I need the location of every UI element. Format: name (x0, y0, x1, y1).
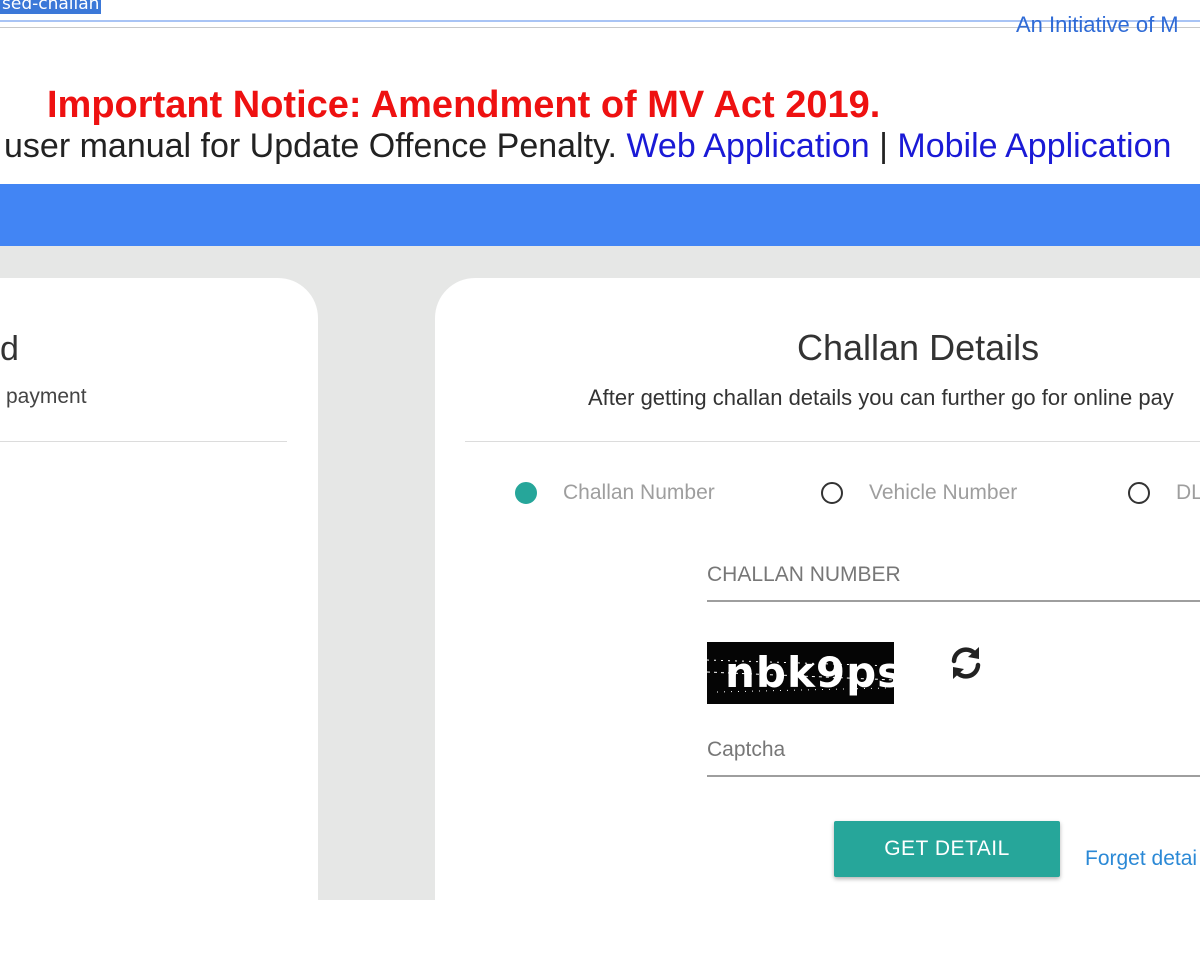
captcha-input[interactable] (707, 725, 1200, 777)
initiative-text: An Initiative of M (1016, 12, 1179, 37)
web-application-link[interactable]: Web Application (626, 127, 869, 165)
get-detail-button[interactable]: GET DETAIL (834, 821, 1060, 877)
radio-label: Challan Number (563, 481, 715, 504)
forgot-details-link[interactable]: Forget detai (1085, 847, 1197, 871)
challan-details-subtitle: After getting challan details you can fu… (588, 385, 1174, 410)
challan-details-card (435, 278, 1200, 978)
url-selected-text[interactable]: sed-challan (0, 0, 102, 14)
radio-label: DL (1176, 481, 1200, 504)
card-divider (465, 441, 1200, 442)
radio-dl-number[interactable]: DL (1128, 481, 1200, 505)
mobile-application-link[interactable]: Mobile Application (897, 127, 1171, 165)
refresh-captcha-icon[interactable] (946, 643, 986, 683)
radio-label: Vehicle Number (869, 481, 1018, 504)
navigation-bar (0, 184, 1200, 246)
left-card-title: d (0, 330, 19, 368)
left-card (0, 278, 318, 978)
radio-challan-number[interactable]: Challan Number (515, 481, 715, 505)
captcha-text: nbk9ps (725, 648, 894, 697)
link-separator: | (869, 127, 898, 165)
radio-indicator[interactable] (821, 482, 843, 504)
important-notice: Important Notice: Amendment of MV Act 20… (47, 84, 881, 126)
left-card-subtitle: payment (6, 385, 87, 408)
manual-text: user manual for Update Offence Penalty. (4, 127, 627, 165)
left-card-divider (0, 441, 287, 442)
challan-number-input[interactable] (707, 550, 1200, 602)
radio-indicator[interactable] (1128, 482, 1150, 504)
radio-vehicle-number[interactable]: Vehicle Number (821, 481, 1017, 505)
radio-checked-indicator[interactable] (515, 482, 537, 504)
user-manual-line: user manual for Update Offence Penalty. … (4, 127, 1171, 166)
challan-details-title: Challan Details (797, 327, 1040, 368)
captcha-image: nbk9ps (707, 642, 894, 704)
